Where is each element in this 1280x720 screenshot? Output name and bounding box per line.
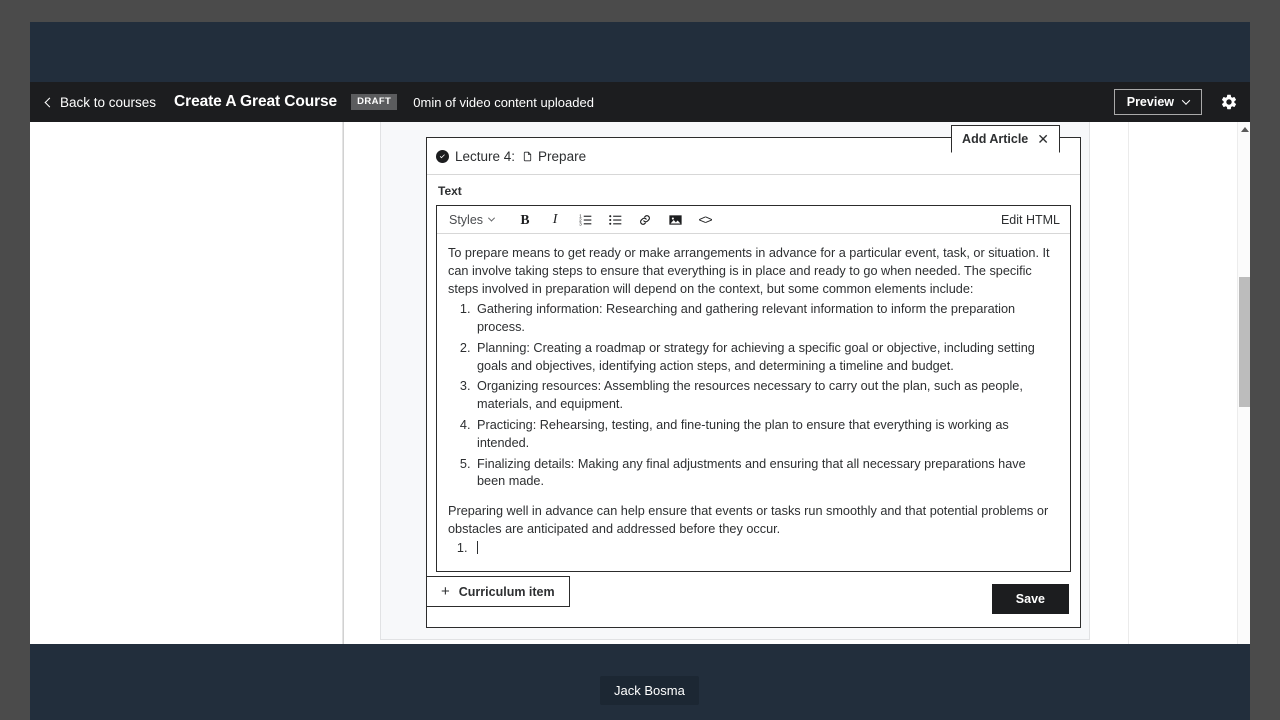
bold-button[interactable]: B bbox=[510, 207, 540, 233]
back-to-courses-link[interactable]: Back to courses bbox=[44, 94, 157, 110]
preview-button-label: Preview bbox=[1126, 94, 1174, 109]
close-icon[interactable]: ✕ bbox=[1037, 132, 1049, 146]
italic-button[interactable]: I bbox=[540, 207, 570, 233]
chevron-down-icon bbox=[488, 214, 496, 222]
editor-numbered-list: Gathering information: Researching and g… bbox=[448, 301, 1056, 491]
status-badge: DRAFT bbox=[351, 94, 398, 110]
desktop-background: Back to courses Create A Great Course DR… bbox=[0, 0, 1280, 720]
edit-html-button[interactable]: Edit HTML bbox=[1001, 213, 1060, 227]
styles-dropdown-label: Styles bbox=[449, 212, 484, 227]
code-button[interactable]: <> bbox=[690, 207, 720, 233]
list-item-active bbox=[471, 540, 1056, 558]
right-divider bbox=[1128, 122, 1129, 644]
list-item: Planning: Creating a roadmap or strategy… bbox=[474, 340, 1056, 376]
video-upload-status: 0min of video content uploaded bbox=[413, 94, 594, 110]
scroll-up-button[interactable] bbox=[1238, 122, 1250, 136]
browser-chrome-strip bbox=[30, 22, 1250, 82]
list-item: Gathering information: Researching and g… bbox=[474, 301, 1056, 337]
rich-text-editor: Styles B I 1 2 3 <> Edit HTML To prepare… bbox=[436, 205, 1071, 572]
curriculum-panel: Lecture 4: Prepare Add Article ✕ Text St… bbox=[380, 122, 1090, 640]
add-curriculum-item-button[interactable]: + Curriculum item bbox=[426, 576, 570, 607]
link-button[interactable] bbox=[630, 207, 660, 233]
vertical-scrollbar[interactable] bbox=[1237, 122, 1250, 644]
list-item: Practicing: Rehearsing, testing, and fin… bbox=[474, 417, 1056, 453]
tab-add-article[interactable]: Add Article ✕ bbox=[951, 125, 1060, 153]
text-field-label: Text bbox=[438, 184, 462, 198]
taskbar: Jack Bosma bbox=[30, 644, 1250, 720]
image-icon bbox=[668, 214, 682, 225]
settings-button[interactable] bbox=[1218, 91, 1240, 113]
lecture-card: Lecture 4: Prepare Add Article ✕ Text St… bbox=[426, 125, 1081, 628]
chevron-down-icon bbox=[1181, 96, 1191, 105]
bullet-list-icon bbox=[608, 214, 621, 225]
save-button[interactable]: Save bbox=[991, 583, 1069, 614]
svg-text:3: 3 bbox=[579, 221, 582, 226]
check-circle-icon bbox=[436, 149, 449, 163]
gear-icon bbox=[1221, 94, 1237, 110]
triangle-up-icon bbox=[1240, 126, 1249, 132]
editor-paragraph-intro: To prepare means to get ready or make ar… bbox=[448, 246, 1050, 296]
page-body: Lecture 4: Prepare Add Article ✕ Text St… bbox=[30, 122, 1250, 644]
image-button[interactable] bbox=[660, 207, 690, 233]
app-header-bar: Back to courses Create A Great Course DR… bbox=[30, 82, 1250, 122]
editor-active-list bbox=[448, 540, 1056, 558]
user-name-chip[interactable]: Jack Bosma bbox=[600, 676, 699, 705]
left-rail bbox=[30, 122, 343, 644]
link-icon bbox=[640, 214, 650, 225]
lecture-header-row[interactable]: Lecture 4: Prepare Add Article ✕ bbox=[427, 125, 1080, 175]
add-curriculum-item-label: Curriculum item bbox=[458, 584, 555, 599]
article-editor: Text Styles B I 1 2 3 <> Edit HTML To pr… bbox=[427, 175, 1080, 627]
numbered-list-button[interactable]: 1 2 3 bbox=[570, 207, 600, 233]
preview-button[interactable]: Preview bbox=[1113, 88, 1202, 116]
lecture-title: Prepare bbox=[538, 148, 587, 164]
plus-icon: + bbox=[441, 583, 450, 600]
list-item: Finalizing details: Making any final adj… bbox=[474, 456, 1056, 492]
editor-toolbar: Styles B I 1 2 3 <> Edit HTML bbox=[437, 206, 1070, 234]
bullet-list-button[interactable] bbox=[600, 207, 630, 233]
list-item: Organizing resources: Assembling the res… bbox=[474, 378, 1056, 414]
lecture-number-label: Lecture 4: bbox=[455, 148, 516, 164]
editor-text-area[interactable]: To prepare means to get ready or make ar… bbox=[437, 234, 1070, 571]
styles-dropdown[interactable]: Styles bbox=[449, 212, 496, 227]
page-title: Create A Great Course bbox=[174, 93, 338, 110]
document-icon bbox=[522, 150, 533, 163]
chevron-left-icon bbox=[44, 97, 55, 107]
editor-paragraph-outro: Preparing well in advance can help ensur… bbox=[448, 504, 1049, 536]
back-to-courses-label: Back to courses bbox=[60, 94, 157, 110]
numbered-list-icon: 1 2 3 bbox=[579, 213, 591, 226]
tab-add-article-label: Add Article bbox=[962, 132, 1029, 146]
header-actions: Preview bbox=[1113, 88, 1250, 116]
scrollbar-thumb[interactable] bbox=[1239, 277, 1250, 407]
browser-window: Back to courses Create A Great Course DR… bbox=[30, 22, 1250, 644]
text-caret bbox=[477, 540, 478, 554]
